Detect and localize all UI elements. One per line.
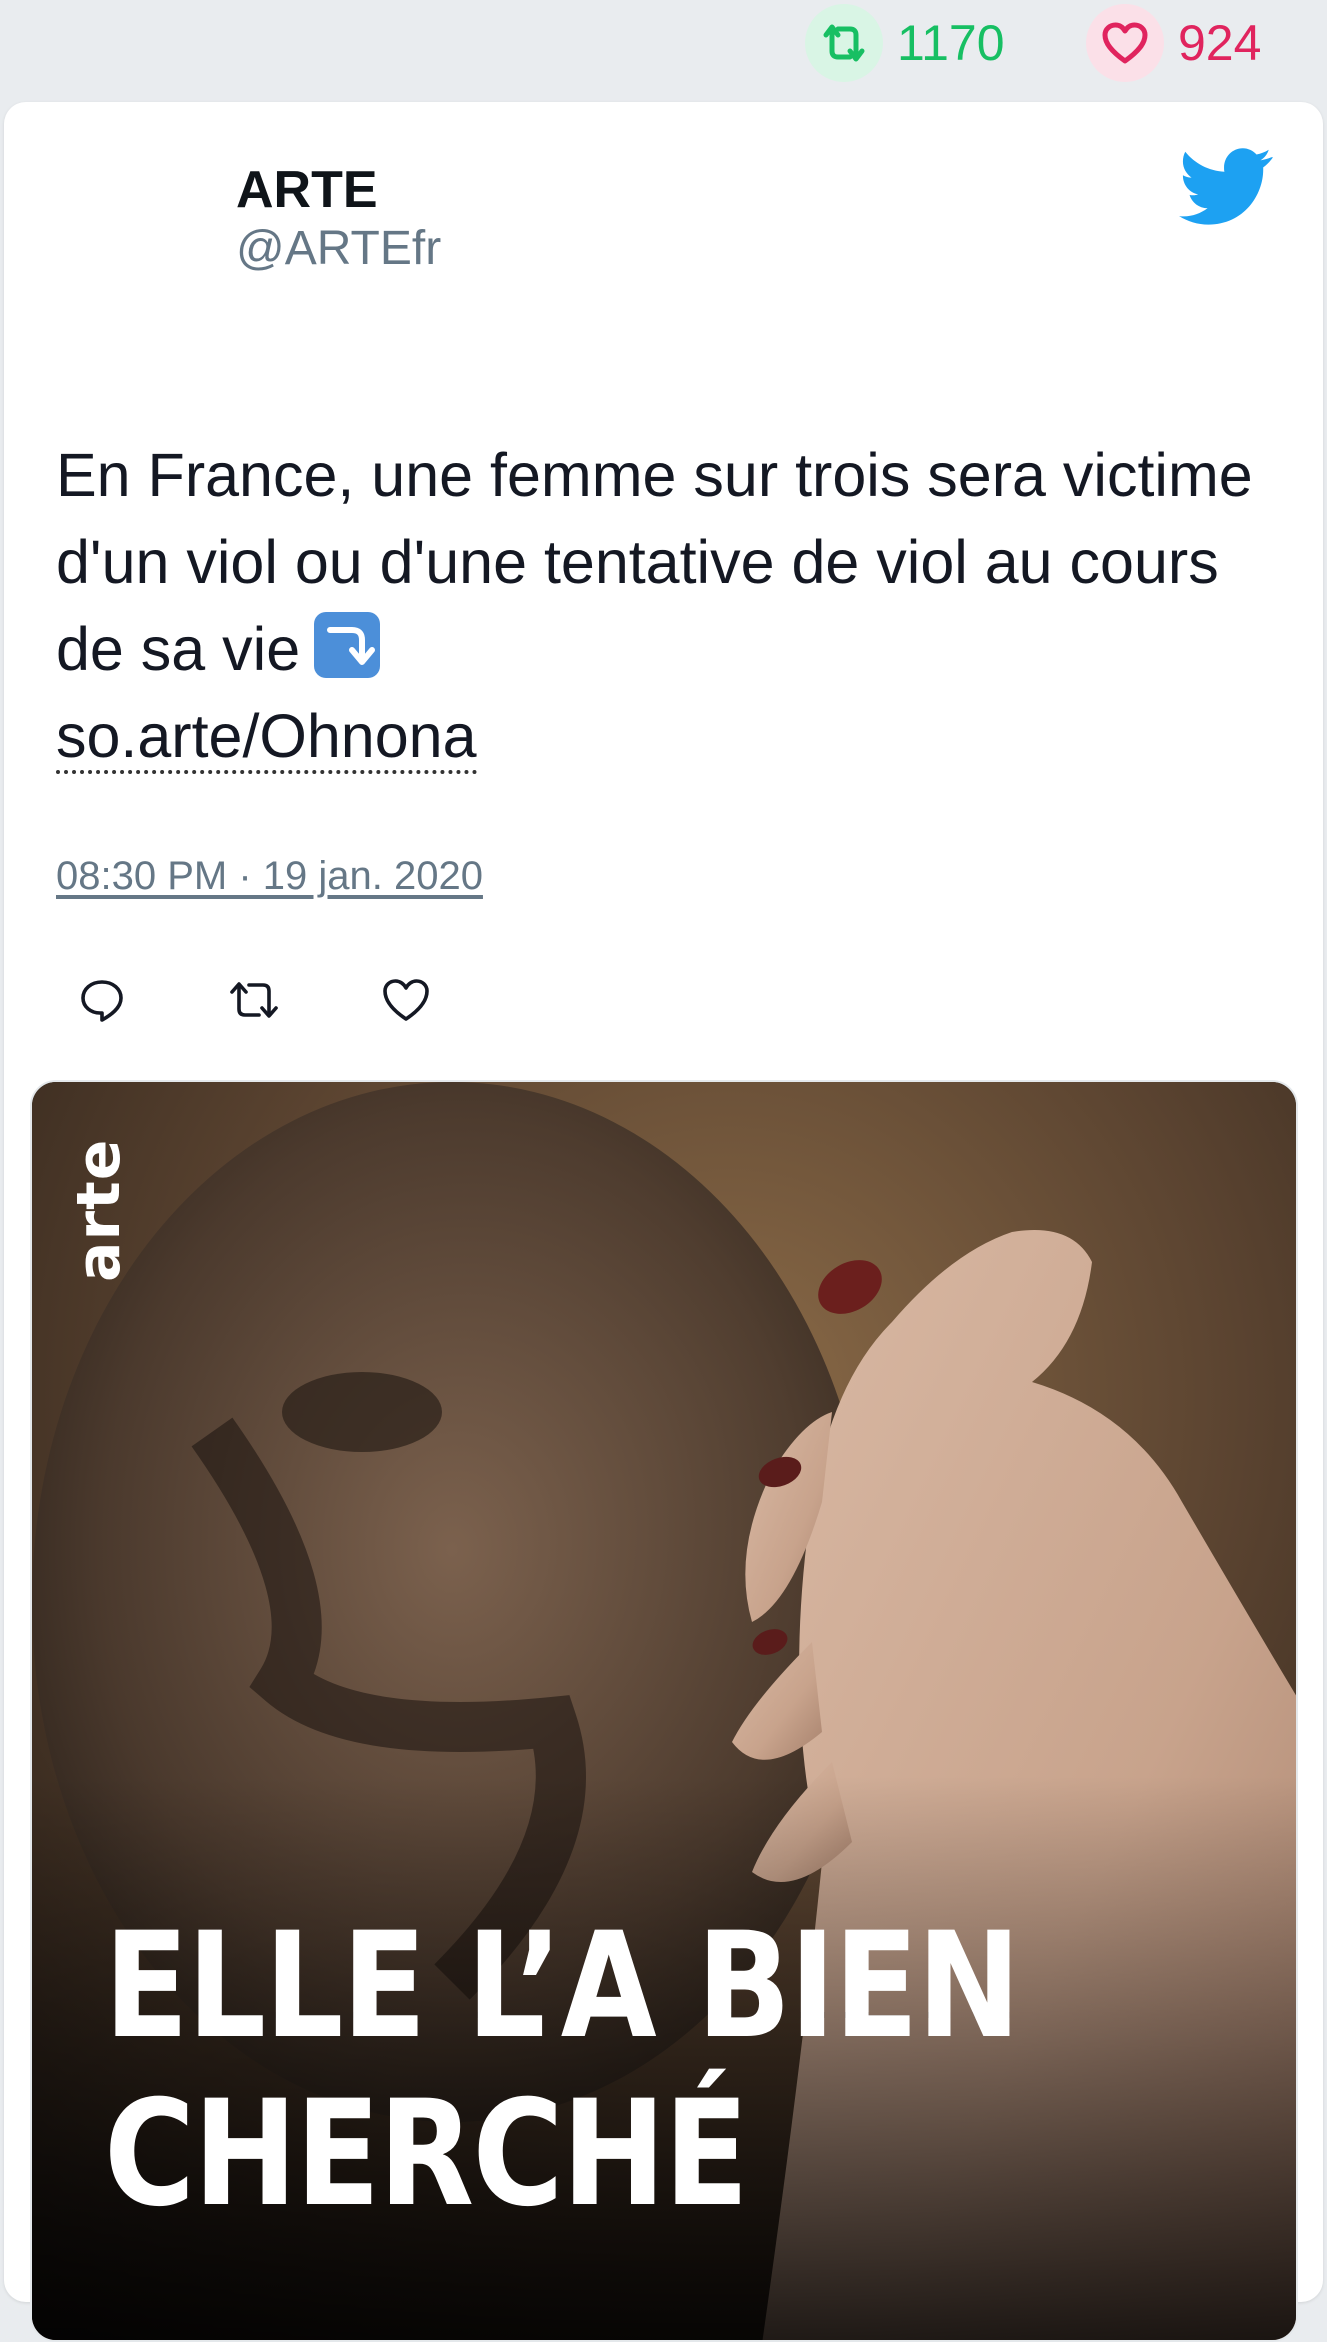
tweet-media-image[interactable]: arte ELLE L’A BIEN CHERCHÉ: [30, 1080, 1298, 2342]
reply-button[interactable]: [72, 970, 132, 1030]
tweet-timestamp[interactable]: 08:30 PM · 19 jan. 2020: [56, 854, 483, 899]
tweet-card: ARTE @ARTEfr En France, une femme sur tr…: [4, 102, 1323, 2342]
author-handle[interactable]: @ARTEfr: [236, 220, 441, 278]
engagement-stats: 1170 924: [0, 0, 1327, 100]
retweet-icon: [805, 4, 883, 82]
arte-logo: arte: [64, 1138, 134, 1282]
like-count-value: 924: [1178, 15, 1262, 71]
tweet-link[interactable]: so.arte/Ohnona: [56, 702, 477, 774]
reply-icon: [81, 980, 123, 1022]
tweet-body: En France, une femme sur trois sera vict…: [56, 441, 1253, 683]
arrow-curving-down-icon: [314, 612, 381, 678]
tweet-author[interactable]: ARTE @ARTEfr: [236, 160, 441, 278]
heart-icon: [1086, 4, 1164, 82]
retweet-icon: [230, 982, 278, 1018]
heart-icon: [383, 979, 429, 1021]
like-count[interactable]: 924: [1086, 4, 1261, 82]
headline-line-1: ELLE L’A BIEN: [104, 1901, 1021, 2071]
tweet-actions: [72, 970, 528, 1030]
retweet-count-value: 1170: [897, 15, 1005, 71]
media-headline: ELLE L’A BIEN CHERCHÉ: [104, 1901, 1021, 2238]
like-button[interactable]: [376, 970, 436, 1030]
headline-line-2: CHERCHÉ: [104, 2070, 1019, 2238]
twitter-bird-icon[interactable]: [1179, 147, 1273, 227]
author-name[interactable]: ARTE: [236, 160, 441, 220]
retweet-button[interactable]: [224, 970, 284, 1030]
tweet-text: En France, une femme sur trois sera vict…: [56, 432, 1256, 780]
retweet-count[interactable]: 1170: [805, 4, 1005, 82]
